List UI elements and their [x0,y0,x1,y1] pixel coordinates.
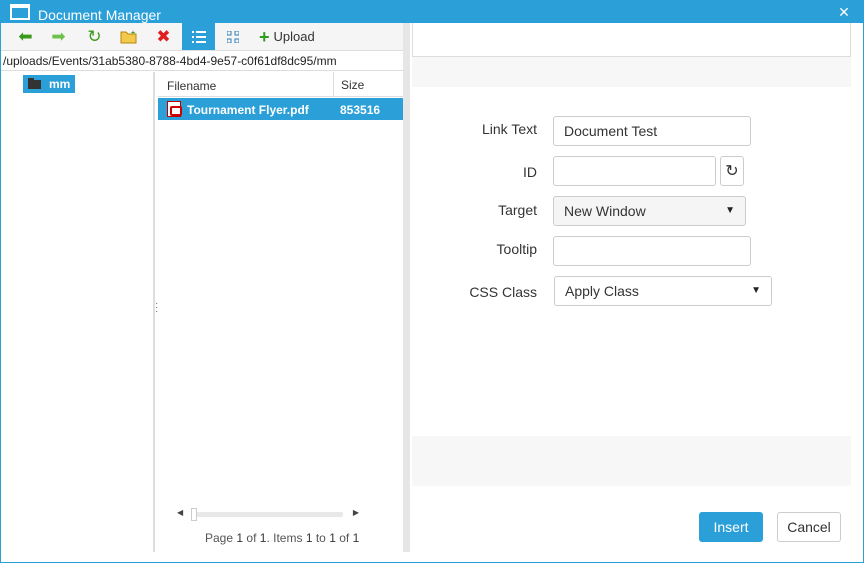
pager-info: Page 1 of 1. Items 1 to 1 of 1 [205,531,359,545]
file-name: Tournament Flyer.pdf [187,103,309,117]
css-class-select-value: Apply Class [565,283,639,299]
target-select-value: New Window [564,203,646,219]
new-folder-icon: + [120,30,136,44]
back-button[interactable]: ⬅ [9,23,42,50]
pager-items-word: . Items [266,531,303,545]
plus-icon: + [259,26,270,47]
form-bottom-band [412,436,851,486]
cancel-button[interactable]: Cancel [777,512,841,542]
thumbnail-view-icon [226,30,239,43]
css-class-select[interactable]: Apply Class ▼ [554,276,772,306]
pager-from: 1 [305,531,313,545]
pager-of-word-2: of [339,531,350,545]
arrow-left-icon: ⬅ [18,26,33,46]
link-text-input[interactable] [553,116,751,146]
toolbar: ⬅ ➡ ↻ + ✖ + Upload [1,23,403,51]
delete-icon: ✖ [156,26,171,46]
refresh-button[interactable]: ↻ [78,23,111,50]
file-size: 853516 [340,103,381,117]
folder-tree: mm [1,72,154,552]
css-class-label: CSS Class [469,284,537,300]
pager-to: 1 [329,531,336,545]
file-list: Filename Size Tournament Flyer.pdf 85351… [158,72,403,552]
forward-button[interactable]: ➡ [42,23,75,50]
pager-page: 1 [236,531,244,545]
refresh-icon: ↻ [87,26,102,46]
target-label: Target [498,202,537,218]
arrow-right-icon: ➡ [51,26,66,46]
column-header-filename[interactable]: Filename [167,79,216,93]
target-select[interactable]: New Window ▼ [553,196,746,226]
svg-text:+: + [131,30,135,37]
tooltip-label: Tooltip [496,241,537,257]
scroll-thumb[interactable] [191,508,197,521]
pager-total-items: 1 [352,531,360,545]
thumbnail-view-button[interactable] [216,23,249,50]
pager-of-word: of [246,531,257,545]
title-bar: Document Manager ✕ [1,1,863,23]
link-text-label: Link Text [482,121,537,137]
upload-label: Upload [273,29,315,44]
table-row[interactable]: Tournament Flyer.pdf 853516 [158,98,403,120]
insert-button[interactable]: Insert [699,512,763,542]
scroll-right-icon[interactable]: ▶ [353,508,359,517]
scroll-left-icon[interactable]: ◀ [177,508,183,517]
horizontal-scrollbar[interactable]: ◀ ▶ [177,507,359,521]
chevron-down-icon: ▼ [725,205,735,216]
tooltip-input[interactable] [553,236,751,266]
path-bar: /uploads/Events/31ab5380-8788-4bd4-9e57-… [1,52,403,71]
pager-page-word: Page [205,531,234,545]
pager-to-word: to [315,531,326,545]
form-top-band [412,57,851,87]
preview-header [412,23,851,57]
tree-item-mm[interactable]: mm [23,75,75,93]
file-list-header: Filename Size [158,72,403,97]
new-folder-button[interactable]: + [112,23,145,50]
refresh-icon: ↻ [725,163,739,180]
panel-divider [403,23,410,552]
column-header-size[interactable]: Size [333,72,364,97]
upload-button[interactable]: + Upload [253,23,327,50]
window-title: Document Manager [38,7,161,23]
list-view-button[interactable] [182,23,215,50]
close-icon[interactable]: ✕ [835,3,853,21]
chevron-down-icon: ▼ [751,285,761,296]
delete-button[interactable]: ✖ [147,23,180,50]
list-view-icon [191,30,206,43]
window-icon [10,4,30,20]
regenerate-id-button[interactable]: ↻ [720,156,744,186]
tree-item-label: mm [49,77,71,91]
scroll-track[interactable] [191,512,343,517]
folder-icon [28,77,41,89]
id-label: ID [523,164,537,180]
pdf-file-icon [167,101,182,117]
document-manager-window: Document Manager ✕ ⬅ ➡ ↻ + ✖ + Upload /u… [0,0,864,563]
id-input[interactable] [553,156,716,186]
